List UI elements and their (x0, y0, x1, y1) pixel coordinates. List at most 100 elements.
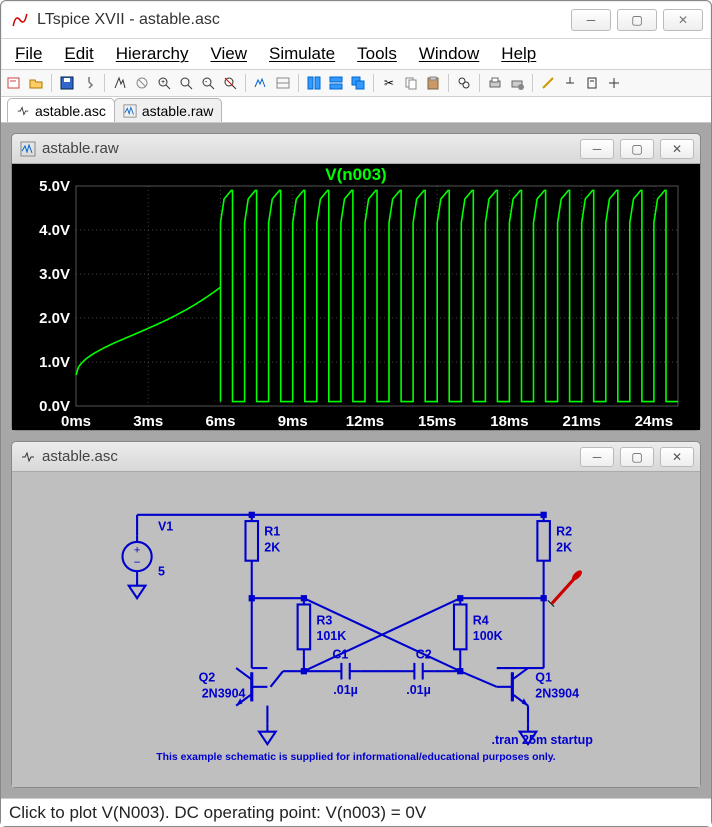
svg-text:+: + (134, 544, 141, 556)
control-panel-icon[interactable] (80, 74, 98, 92)
waveform-close-button[interactable]: ✕ (660, 139, 694, 159)
schematic-maximize-button[interactable]: ▢ (620, 447, 654, 467)
svg-text:5: 5 (158, 564, 165, 578)
app-icon (11, 11, 29, 29)
print-icon[interactable] (486, 74, 504, 92)
draw-wire-icon[interactable] (539, 74, 557, 92)
zoom-full-icon[interactable] (221, 74, 239, 92)
label-net-icon[interactable] (561, 74, 579, 92)
svg-text:5.0V: 5.0V (39, 178, 70, 195)
open-icon[interactable] (27, 74, 45, 92)
svg-text:R4: R4 (473, 613, 489, 627)
svg-text:+: + (161, 79, 165, 86)
svg-text:2K: 2K (556, 540, 572, 554)
menu-tools[interactable]: Tools (357, 44, 397, 64)
menu-edit[interactable]: Edit (64, 44, 93, 64)
print-setup-icon[interactable] (508, 74, 526, 92)
menu-window[interactable]: Window (419, 44, 479, 64)
svg-text:This example schematic is supp: This example schematic is supplied for i… (156, 752, 555, 763)
waveform-maximize-button[interactable]: ▢ (620, 139, 654, 159)
toolbar: + - ✂ (1, 69, 711, 97)
svg-text:Q1: Q1 (535, 671, 552, 685)
svg-text:V1: V1 (158, 519, 173, 533)
svg-text:.tran 25m startup: .tran 25m startup (492, 733, 594, 747)
tab-strip: astable.asc astable.raw (1, 97, 711, 123)
autorange-icon[interactable] (252, 74, 270, 92)
schematic-tab-icon (16, 104, 30, 118)
schematic-minimize-button[interactable]: ─ (580, 447, 614, 467)
menu-hierarchy[interactable]: Hierarchy (116, 44, 189, 64)
svg-text:18ms: 18ms (490, 413, 528, 430)
svg-text:2N3904: 2N3904 (202, 686, 246, 700)
new-schematic-icon[interactable] (5, 74, 23, 92)
svg-text:V(n003): V(n003) (325, 165, 386, 184)
schematic-window-title: astable.asc (42, 448, 574, 465)
svg-text:R2: R2 (556, 525, 572, 539)
svg-text:6ms: 6ms (205, 413, 235, 430)
svg-text:4.0V: 4.0V (39, 222, 70, 239)
pan-icon[interactable] (177, 74, 195, 92)
waveform-plot-area[interactable]: 0.0V1.0V2.0V3.0V4.0V5.0V0ms3ms6ms9ms12ms… (12, 164, 700, 430)
save-icon[interactable] (58, 74, 76, 92)
close-button[interactable]: ✕ (663, 9, 703, 31)
status-bar: Click to plot V(N003). DC operating poin… (1, 798, 711, 826)
menu-view[interactable]: View (210, 44, 247, 64)
window-title: LTspice XVII - astable.asc (37, 11, 571, 29)
paste-icon[interactable] (424, 74, 442, 92)
place-resistor-icon[interactable] (605, 74, 623, 92)
menu-bar: File Edit Hierarchy View Simulate Tools … (1, 39, 711, 69)
minimize-button[interactable]: ─ (571, 9, 611, 31)
svg-text:−: − (134, 557, 141, 569)
main-window: LTspice XVII - astable.asc ─ ▢ ✕ File Ed… (0, 0, 712, 827)
svg-text:1.0V: 1.0V (39, 354, 70, 371)
schematic-window: astable.asc ─ ▢ ✕ +−V15R12KR22KR3101KR41… (11, 441, 701, 788)
schematic-titlebar: astable.asc ─ ▢ ✕ (12, 442, 700, 472)
svg-text:2.0V: 2.0V (39, 310, 70, 327)
svg-text:2N3904: 2N3904 (535, 686, 579, 700)
tab-schematic-label: astable.asc (35, 103, 106, 119)
schematic-canvas[interactable]: +−V15R12KR22KR3101KR4100KC1.01µC2.01µQ22… (12, 472, 700, 787)
schematic-drawing: +−V15R12KR22KR3101KR4100KC1.01µC2.01µQ22… (12, 472, 700, 787)
tile-horizontal-icon[interactable] (327, 74, 345, 92)
maximize-button[interactable]: ▢ (617, 9, 657, 31)
menu-file[interactable]: File (15, 44, 42, 64)
run-icon[interactable] (111, 74, 129, 92)
waveform-plot: 0.0V1.0V2.0V3.0V4.0V5.0V0ms3ms6ms9ms12ms… (12, 164, 700, 430)
svg-text:9ms: 9ms (278, 413, 308, 430)
cut-icon[interactable]: ✂ (380, 74, 398, 92)
halt-icon[interactable] (133, 74, 151, 92)
svg-text:R3: R3 (316, 613, 332, 627)
svg-text:.01µ: .01µ (406, 683, 431, 697)
waveform-window-icon (20, 141, 36, 157)
status-text: Click to plot V(N003). DC operating poin… (9, 803, 426, 823)
svg-text:0ms: 0ms (61, 413, 91, 430)
svg-text:24ms: 24ms (635, 413, 673, 430)
svg-text:3ms: 3ms (133, 413, 163, 430)
tab-waveform-label: astable.raw (142, 103, 214, 119)
svg-text:15ms: 15ms (418, 413, 456, 430)
schematic-window-icon (20, 449, 36, 465)
svg-text:Q2: Q2 (199, 671, 216, 685)
tab-schematic[interactable]: astable.asc (7, 98, 115, 122)
schematic-close-button[interactable]: ✕ (660, 447, 694, 467)
tab-waveform[interactable]: astable.raw (114, 98, 223, 122)
cascade-windows-icon[interactable] (349, 74, 367, 92)
waveform-tab-icon (123, 104, 137, 118)
svg-text:21ms: 21ms (562, 413, 600, 430)
copy-icon[interactable] (402, 74, 420, 92)
menu-simulate[interactable]: Simulate (269, 44, 335, 64)
menu-help[interactable]: Help (501, 44, 536, 64)
tile-windows-icon[interactable] (305, 74, 323, 92)
svg-text:12ms: 12ms (346, 413, 384, 430)
svg-text:.01µ: .01µ (333, 683, 358, 697)
waveform-minimize-button[interactable]: ─ (580, 139, 614, 159)
svg-text:-: - (205, 79, 208, 86)
titlebar: LTspice XVII - astable.asc ─ ▢ ✕ (1, 1, 711, 39)
svg-text:R1: R1 (264, 525, 280, 539)
pick-visible-traces-icon[interactable] (274, 74, 292, 92)
zoom-out-icon[interactable]: - (199, 74, 217, 92)
place-ground-icon[interactable] (583, 74, 601, 92)
zoom-in-icon[interactable]: + (155, 74, 173, 92)
find-icon[interactable] (455, 74, 473, 92)
waveform-window-title: astable.raw (42, 140, 574, 157)
